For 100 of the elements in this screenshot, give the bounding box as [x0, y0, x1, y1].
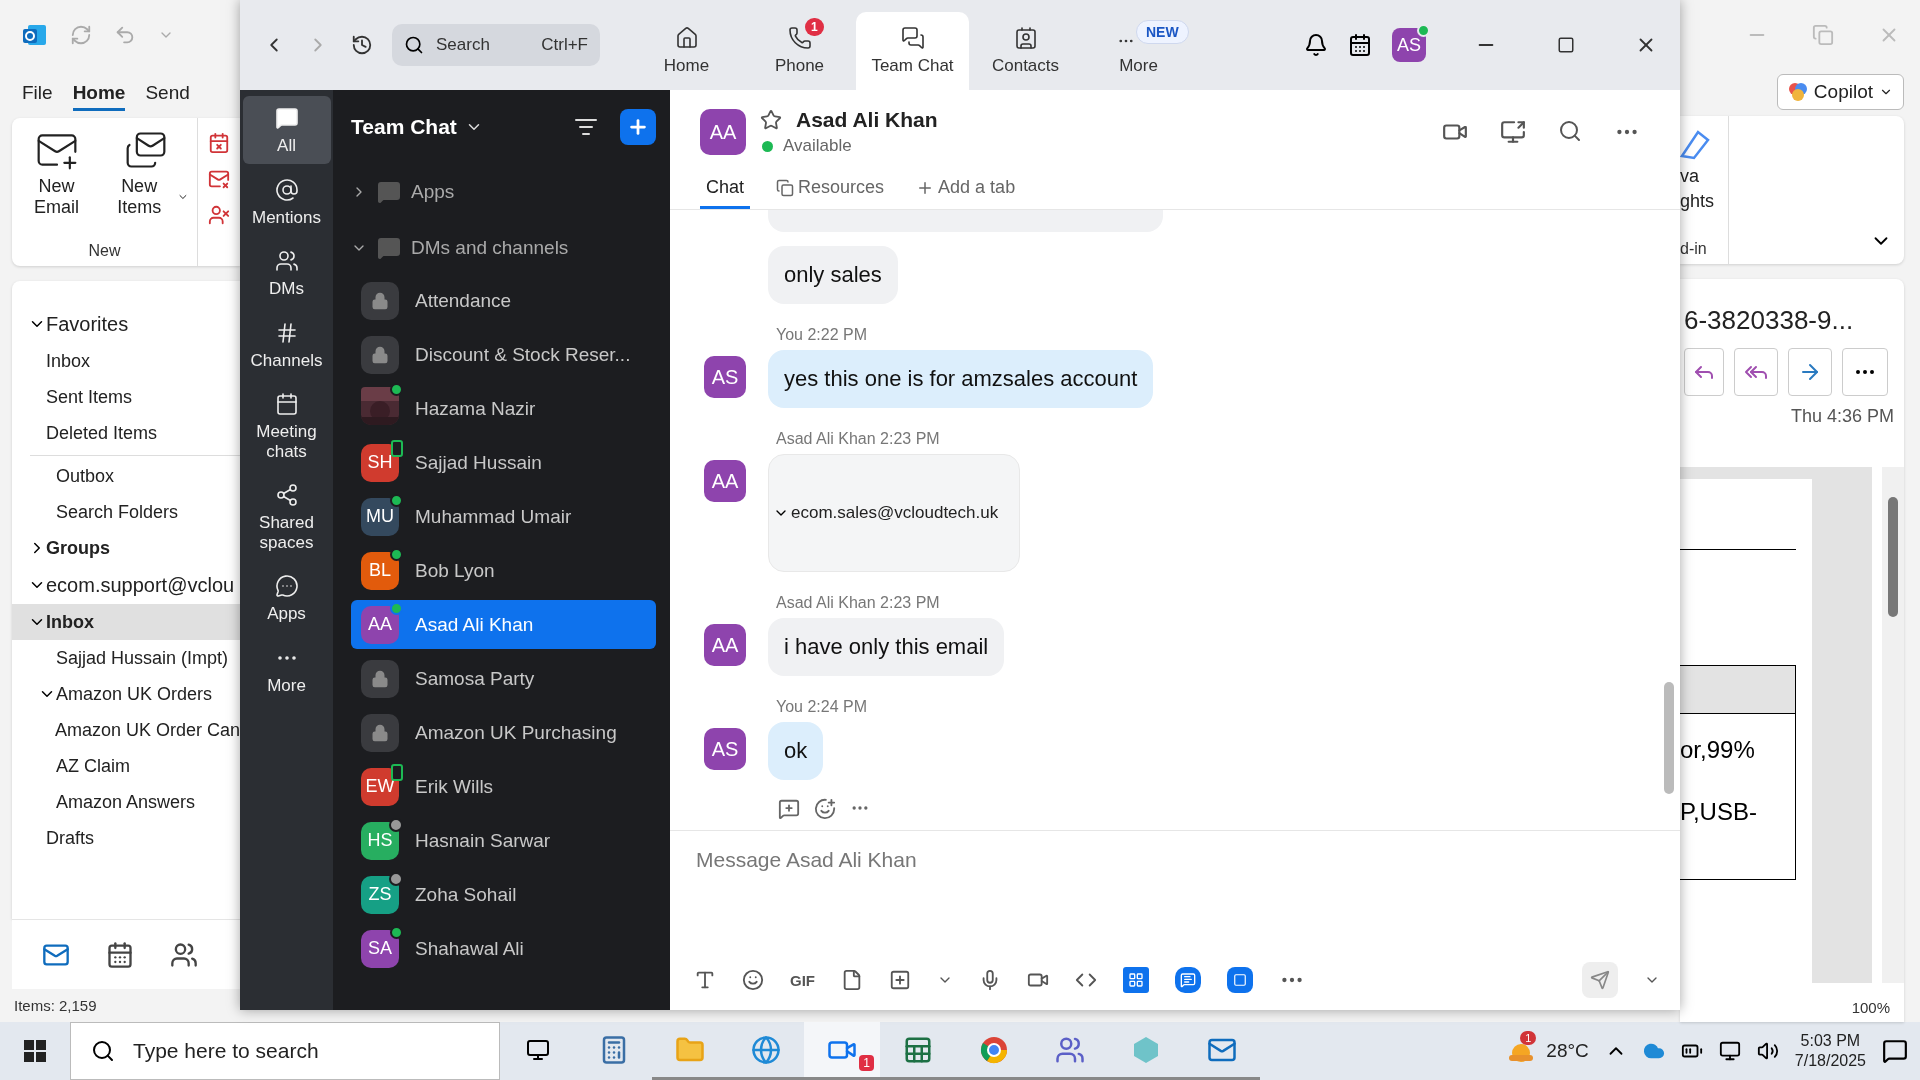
sidebar-item[interactable]: Mentions — [242, 167, 331, 236]
chat-list-item[interactable]: Hazama Nazir — [351, 384, 656, 433]
block-user-icon[interactable] — [208, 204, 230, 226]
chat-list-item[interactable]: BL Bob Lyon — [351, 546, 656, 595]
app-button[interactable] — [1175, 967, 1201, 993]
chat-list-item[interactable]: Samosa Party — [351, 654, 656, 703]
nav-tab[interactable]: NEW More — [1082, 12, 1195, 90]
send-icon[interactable] — [1590, 970, 1610, 990]
folder-item[interactable]: AZ Claim — [56, 755, 130, 777]
gif-button[interactable]: GIF — [790, 971, 815, 989]
sidebar-item[interactable]: More — [242, 635, 331, 704]
sidebar-item[interactable]: Apps — [242, 564, 331, 632]
folder-item[interactable]: Sajjad Hussain (Impt) — [56, 647, 229, 669]
folder-item[interactable]: Groups — [46, 537, 110, 559]
format-text-icon[interactable] — [694, 969, 716, 991]
calendar-icon[interactable] — [106, 940, 134, 969]
ribbon-tab[interactable]: Home — [72, 81, 126, 111]
chat-list-item[interactable]: Discount & Stock Reser... — [351, 330, 656, 379]
chat-dots-icon[interactable] — [274, 574, 299, 599]
folder-item[interactable]: Sent Items — [46, 386, 133, 408]
folder-item[interactable]: Drafts — [46, 827, 94, 849]
task-view-icon[interactable] — [526, 1037, 550, 1062]
plus-icon[interactable] — [627, 116, 649, 138]
reply-button[interactable] — [1684, 348, 1724, 396]
search-bar[interactable]: Search Ctrl+F — [392, 24, 600, 66]
ribbon-button[interactable]: New Email — [20, 128, 94, 242]
chat-tab[interactable]: Chat — [700, 171, 751, 209]
folder-item[interactable]: Outbox — [56, 465, 115, 487]
nav-tab[interactable]: Home — [630, 12, 743, 90]
chat-list-item[interactable]: SA Shahawal Ali — [351, 924, 656, 973]
nodes-icon[interactable] — [274, 483, 299, 508]
taskbar-search-bar[interactable]: Type here to search — [70, 1022, 500, 1080]
nav-tab[interactable]: 1 Phone — [743, 12, 856, 90]
volume-icon[interactable] — [1756, 1040, 1779, 1062]
maximize-icon[interactable] — [1557, 36, 1575, 54]
history-icon[interactable] — [351, 34, 373, 56]
folder-item[interactable]: Search Folders — [56, 501, 179, 523]
message-icon[interactable] — [1180, 972, 1196, 988]
notifications-icon[interactable] — [1882, 1038, 1908, 1064]
ribbon-tab[interactable]: Send — [145, 81, 190, 111]
app-button[interactable] — [1123, 967, 1149, 993]
screenshot-icon[interactable] — [889, 969, 911, 991]
grid-icon[interactable] — [1128, 972, 1144, 988]
add-reaction-icon[interactable] — [814, 798, 836, 820]
chat-bubbles-icon[interactable] — [900, 26, 925, 50]
chat-list-item[interactable]: SH Sajjad Hussain — [351, 438, 656, 487]
people-icon[interactable] — [274, 249, 299, 274]
delete-mail-icon[interactable] — [208, 168, 230, 190]
chat-bubble-icon[interactable] — [274, 106, 299, 130]
ribbon-button[interactable]: va ghts — [1680, 166, 1715, 212]
globe-icon[interactable] — [751, 1034, 781, 1065]
calendar-icon[interactable] — [274, 392, 299, 417]
search-field[interactable]: Search — [434, 34, 514, 56]
sidebar-item[interactable]: Meeting chats — [242, 382, 331, 470]
search-icon[interactable] — [91, 1039, 115, 1063]
chat-list-item[interactable]: EW Erik Wills — [351, 762, 656, 811]
nav-tab[interactable]: Contacts — [969, 12, 1082, 90]
section-header[interactable]: Apps — [351, 164, 670, 220]
nav-tab[interactable]: Team Chat — [856, 12, 969, 90]
ignore-icon[interactable] — [208, 132, 230, 154]
copilot-button[interactable]: Copilot — [1776, 74, 1904, 110]
reply-icon[interactable] — [778, 798, 800, 820]
chat-tab[interactable]: Resources — [770, 171, 891, 209]
folder-item[interactable]: Inbox — [46, 611, 94, 633]
bell-icon[interactable] — [1304, 33, 1328, 57]
folder-item[interactable]: Amazon UK Orders — [56, 683, 213, 705]
chat-list-item[interactable]: Attendance — [351, 276, 656, 325]
sidebar-item[interactable]: DMs — [242, 239, 331, 307]
folder-item[interactable]: Deleted Items — [46, 422, 158, 444]
folder-item[interactable]: ecom.support@vclou — [46, 573, 235, 597]
contact-card-icon[interactable] — [1013, 26, 1038, 50]
people-icon[interactable] — [170, 940, 198, 969]
share-screen-icon[interactable] — [1500, 119, 1526, 145]
video-app-button[interactable]: 1 — [804, 1022, 880, 1080]
favorite-star-icon[interactable] — [760, 109, 782, 131]
sidebar-item[interactable]: Shared spaces — [242, 473, 331, 561]
copy-icon[interactable] — [776, 178, 795, 197]
chat-list-item[interactable]: AA Asad Ali Khan — [351, 600, 656, 649]
at-sign-icon[interactable] — [274, 177, 299, 202]
section-header[interactable]: DMs and channels — [351, 220, 670, 276]
app-button[interactable] — [1227, 967, 1253, 993]
user-avatar[interactable]: AS — [1392, 28, 1426, 62]
chat-list-item[interactable]: Amazon UK Purchasing — [351, 708, 656, 757]
chat-list-item[interactable]: ZS Zoha Sohail — [351, 870, 656, 919]
network-icon[interactable] — [1718, 1040, 1741, 1062]
folder-item[interactable]: Amazon UK Order Can — [54, 719, 240, 741]
forward-button[interactable] — [1788, 348, 1832, 396]
emoji-icon[interactable] — [742, 969, 764, 991]
ribbon-tab[interactable]: File — [22, 81, 53, 111]
phone-icon[interactable] — [787, 26, 812, 50]
file-icon[interactable] — [841, 969, 863, 991]
square-icon[interactable] — [1233, 973, 1247, 987]
calendar-icon[interactable] — [1348, 33, 1372, 57]
chat-tab[interactable]: Add a tab — [910, 171, 1022, 209]
new-chat-button[interactable] — [620, 109, 656, 145]
reply-all-button[interactable] — [1734, 348, 1778, 396]
send-button[interactable] — [1582, 962, 1618, 998]
sidebar-item[interactable]: All — [242, 96, 331, 164]
home-icon[interactable] — [674, 26, 699, 50]
folder-item[interactable]: Inbox — [46, 350, 91, 372]
